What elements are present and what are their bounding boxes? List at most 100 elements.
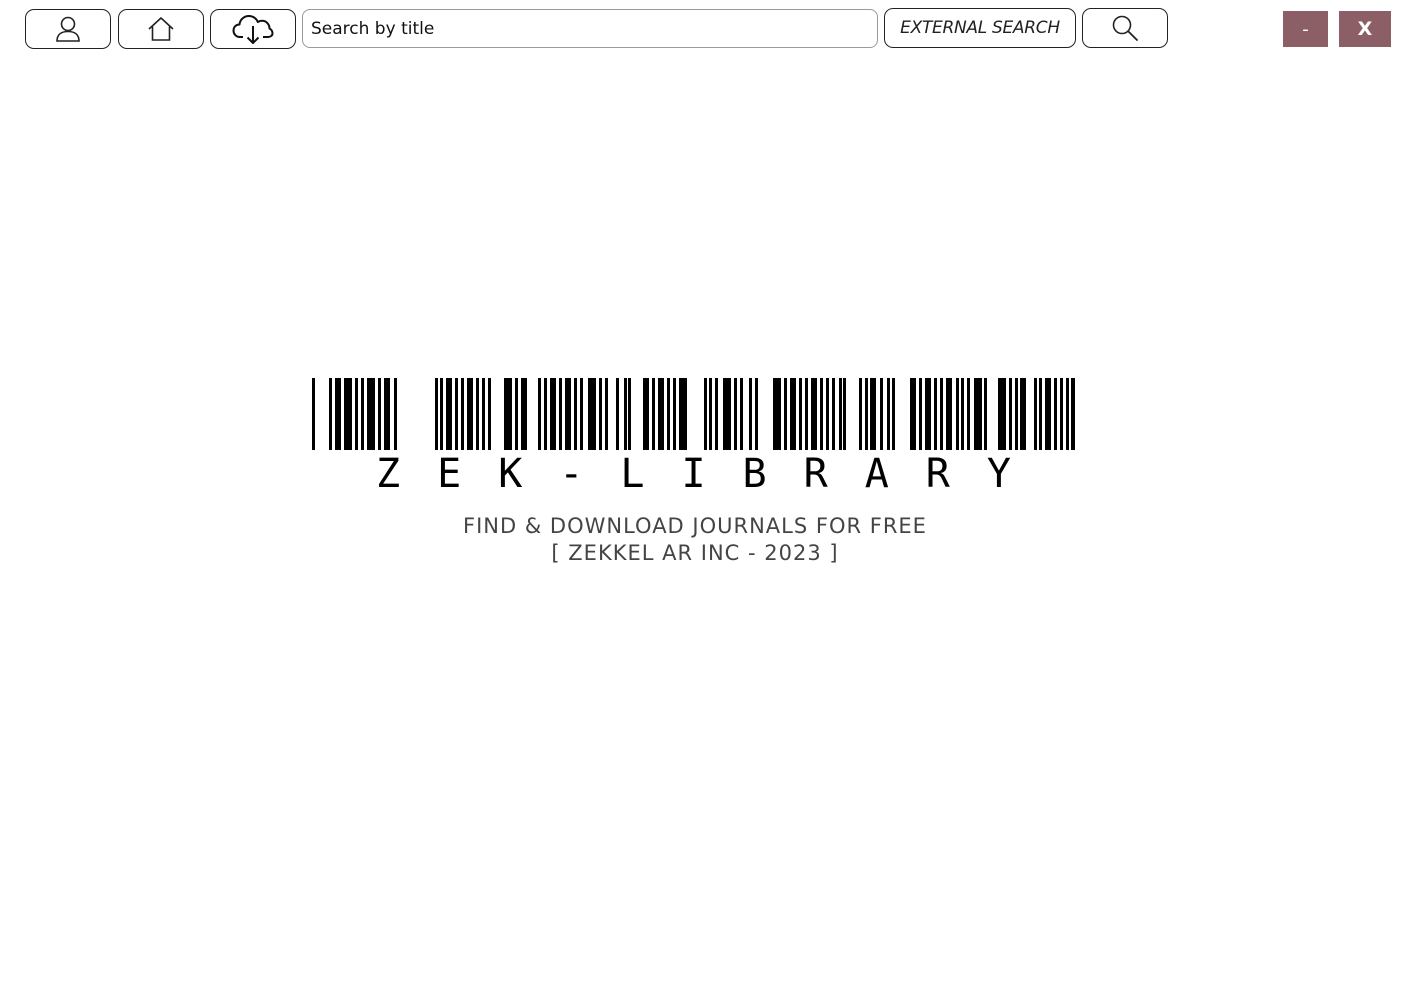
barcode-bar [679,378,687,450]
barcode-bar [461,378,464,450]
barcode-bar [384,378,390,450]
barcode-bar [658,378,664,450]
search-button[interactable] [1082,8,1168,48]
barcode-bar [1020,378,1026,450]
barcode-bar [673,378,676,450]
barcode-bar [515,378,518,450]
barcode-bar [344,378,352,450]
barcode-bar [559,378,562,450]
barcode-bar [956,378,959,450]
barcode-bar [865,378,868,450]
barcode-bar [476,378,479,450]
barcode-bar [715,378,718,450]
barcode-bar [435,378,438,450]
barcode-bar [1045,378,1051,450]
cloud-download-icon [232,15,274,44]
barcode-bar [616,378,619,450]
barcode-bar [799,378,802,450]
barcode-bar [919,378,922,450]
barcode-bar [887,378,890,450]
barcode-bar [811,378,817,450]
barcode-bar [974,378,982,450]
barcode-bar [580,378,583,450]
barcode-bar [740,378,743,450]
close-button[interactable]: X [1339,11,1391,47]
magnifier-icon [1112,15,1138,41]
barcode-bar [335,378,341,450]
barcode-bar [820,378,823,450]
barcode-bar [667,378,670,450]
barcode-bar [329,378,332,450]
home-button[interactable] [118,9,204,49]
barcode-bar [839,378,842,450]
barcode-bar [832,378,835,450]
barcode-bar [652,378,655,450]
barcode-bar [925,378,931,450]
close-label: X [1357,18,1373,40]
barcode-bar [790,378,796,450]
barcode-bar [755,378,758,450]
barcode-bar [967,378,970,450]
barcode-bar [940,378,943,450]
barcode-bar [880,378,883,450]
barcode-bar [784,378,787,450]
barcode-bar [361,378,364,450]
home-icon [148,17,174,41]
barcode-bar [455,378,458,450]
barcode-bar [1015,378,1018,450]
barcode-bar [565,378,571,450]
barcode-bar [538,378,541,450]
barcode-bar [946,378,952,450]
minimize-button[interactable]: - [1283,11,1328,47]
user-button[interactable] [25,9,111,49]
barcode-bar [859,378,862,450]
barcode-bar [749,378,752,450]
barcode-bar [1039,378,1042,450]
barcode-bar [378,378,381,450]
barcode-bar [599,378,602,450]
barcode-bar [628,378,631,450]
barcode-bar [605,378,608,450]
barcode-bar [467,378,473,450]
download-button[interactable] [210,9,296,49]
barcode-bar [998,378,1006,450]
barcode-bar [1054,378,1057,450]
barcode-bar [624,378,627,450]
copyright-text: [ ZEKKEL AR INC - 2023 ] [551,541,839,565]
barcode-bar [773,378,781,450]
barcode-bar [843,378,846,450]
barcode-bar [984,378,987,450]
barcode-bar [440,378,443,450]
barcode-bar [643,378,649,450]
barcode-bar [734,378,737,450]
barcode-bar [355,378,358,450]
barcode-bar [521,378,527,450]
barcode-bar [394,378,397,450]
minimize-label: - [1302,18,1309,40]
barcode-bar [826,378,829,450]
logo-text: ZEK-LIBRARY [376,451,1048,497]
barcode-bar [704,378,707,450]
barcode-bar [805,378,808,450]
barcode-bar [550,378,556,450]
barcode-bar [312,378,315,450]
barcode-bar [723,378,731,450]
external-search-label: EXTERNAL SEARCH [900,18,1060,38]
user-icon [56,16,80,42]
barcode-bar [709,378,712,450]
barcode-bar [544,378,547,450]
app-window: EXTERNAL SEARCH - X ZEK-LIBRARY FIND & D… [0,0,1421,987]
barcode-bar [1034,378,1037,450]
barcode-bar [870,378,876,450]
search-input[interactable] [302,9,878,48]
barcode-bar [934,378,937,450]
barcode-bar [1009,378,1012,450]
external-search-button[interactable]: EXTERNAL SEARCH [884,8,1076,48]
barcode-bar [574,378,577,450]
barcode-bar [588,378,596,450]
barcode-bar [504,378,512,450]
tagline: FIND & DOWNLOAD JOURNALS FOR FREE [463,514,927,538]
barcode-bar [446,378,452,450]
barcode-bar [367,378,375,450]
barcode-bar [1071,378,1075,450]
